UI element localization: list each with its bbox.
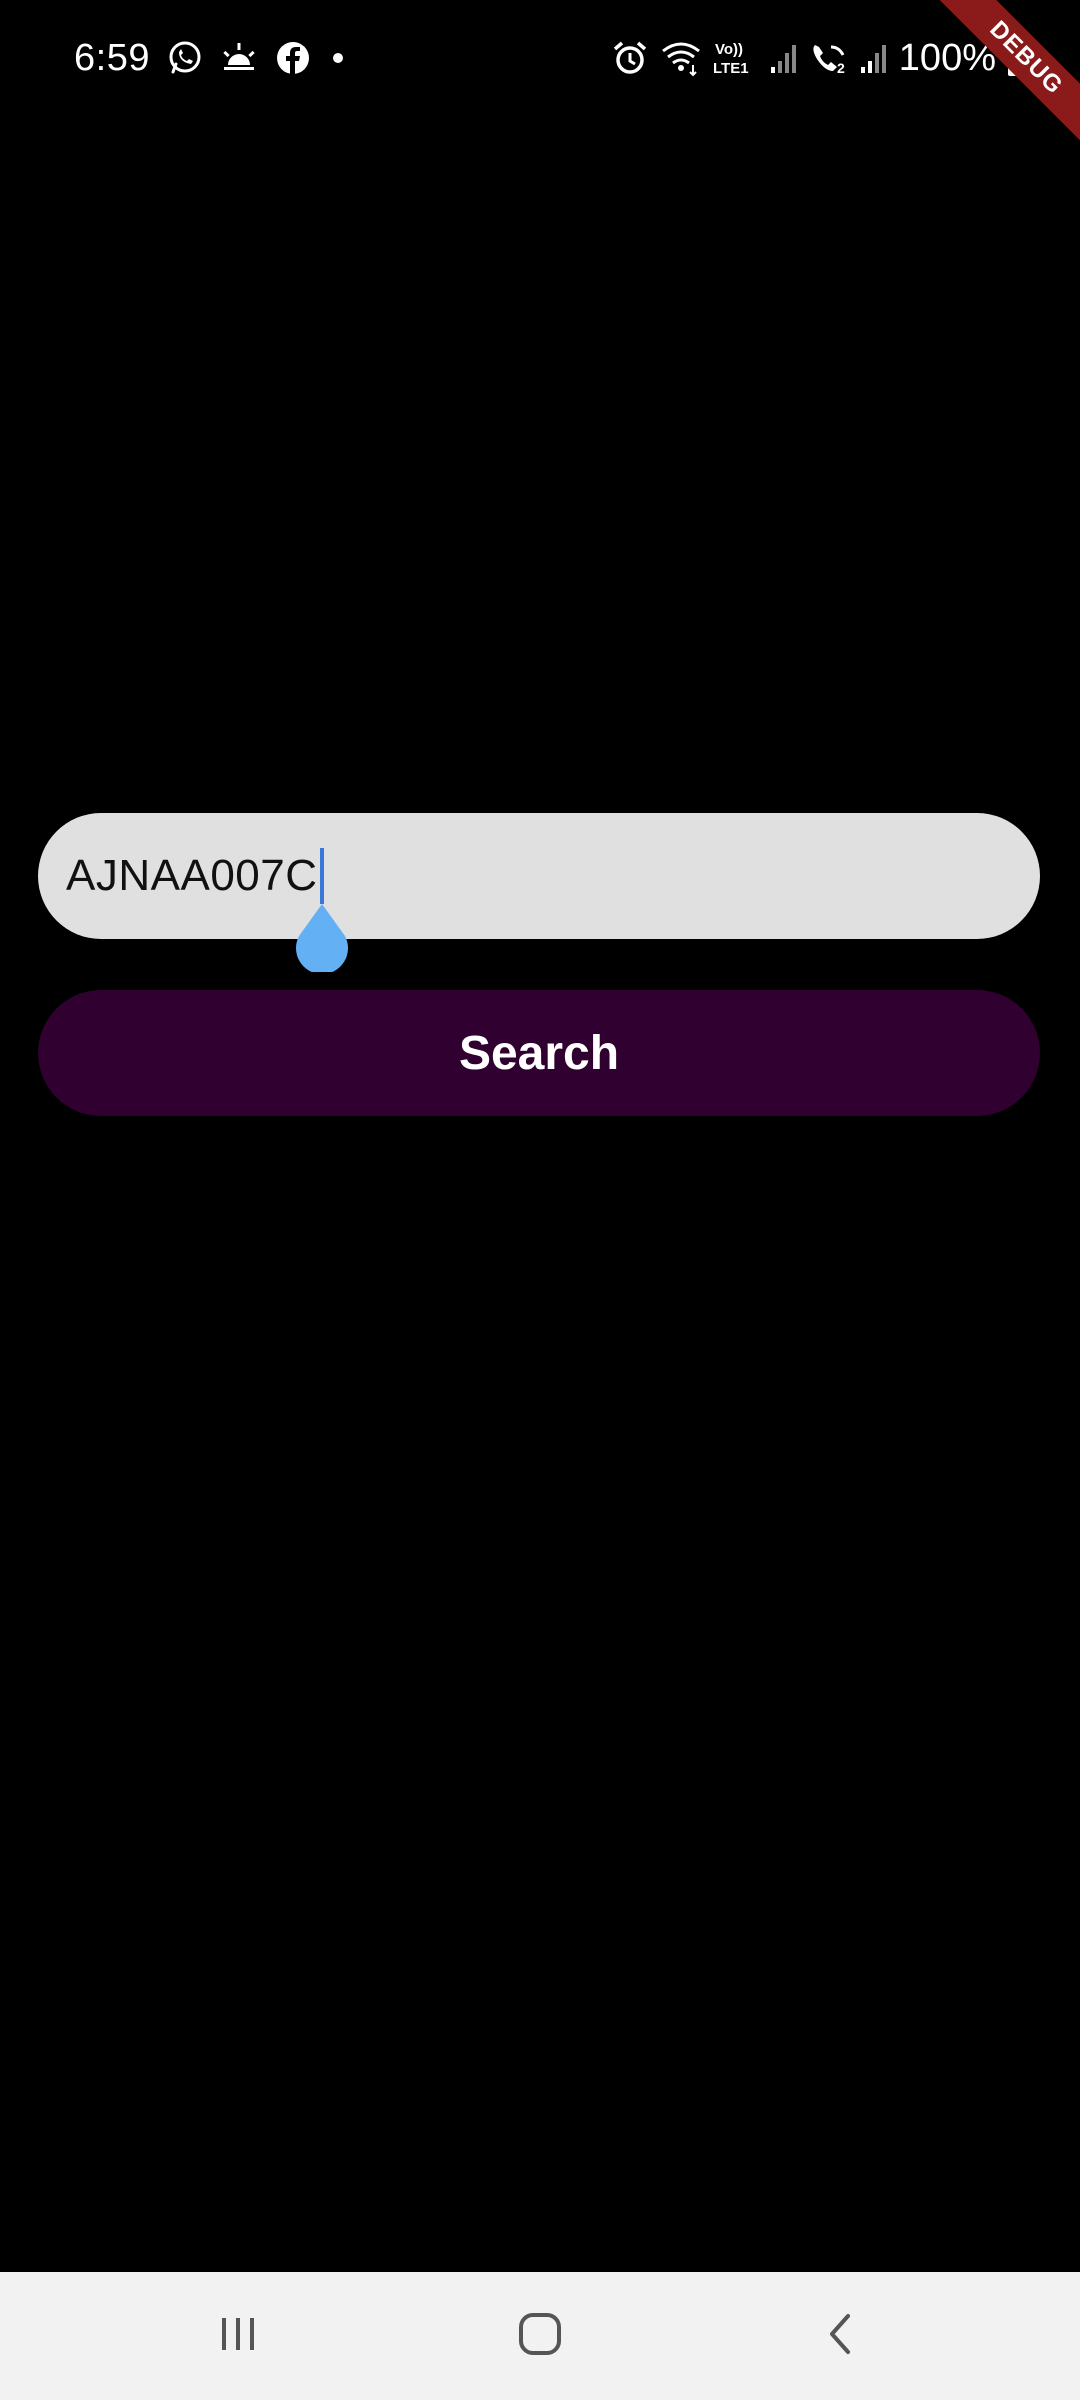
navigation-bar [0,2272,1080,2400]
status-time: 6:59 [74,36,150,79]
signal-icon [769,39,799,77]
facebook-icon [274,39,312,77]
status-bar: 6:59 Vo)) LTE1 2 100% DEBUG [0,0,1080,160]
cursor-handle-icon[interactable] [293,904,351,975]
home-icon [516,2310,564,2363]
svg-text:LTE1: LTE1 [713,60,749,77]
svg-text:Vo)): Vo)) [715,41,743,58]
recents-button[interactable] [198,2296,278,2376]
search-button[interactable]: Search [38,990,1040,1116]
back-button[interactable] [802,2296,882,2376]
debug-banner: DEBUG [920,0,1080,160]
search-button-label: Search [458,1026,620,1080]
recents-icon [216,2312,260,2361]
search-input[interactable]: AJNAA007C [38,813,1040,939]
home-button[interactable] [500,2296,580,2376]
status-left-group: 6:59 [74,30,348,86]
alarm-icon [611,39,649,77]
volte-lte1-icon: Vo)) LTE1 [713,39,759,77]
search-input-value[interactable]: AJNAA007C [66,851,318,901]
sunrise-icon [220,39,258,77]
wifi-icon [659,39,703,77]
debug-ribbon-label: DEBUG [920,0,1080,160]
svg-text:2: 2 [837,60,845,76]
signal-2-icon [859,39,889,77]
notification-dot-icon [328,48,348,68]
back-icon [820,2312,864,2361]
whatsapp-icon [166,39,204,77]
wifi-calling-icon: 2 [809,39,849,77]
text-cursor [319,848,324,904]
